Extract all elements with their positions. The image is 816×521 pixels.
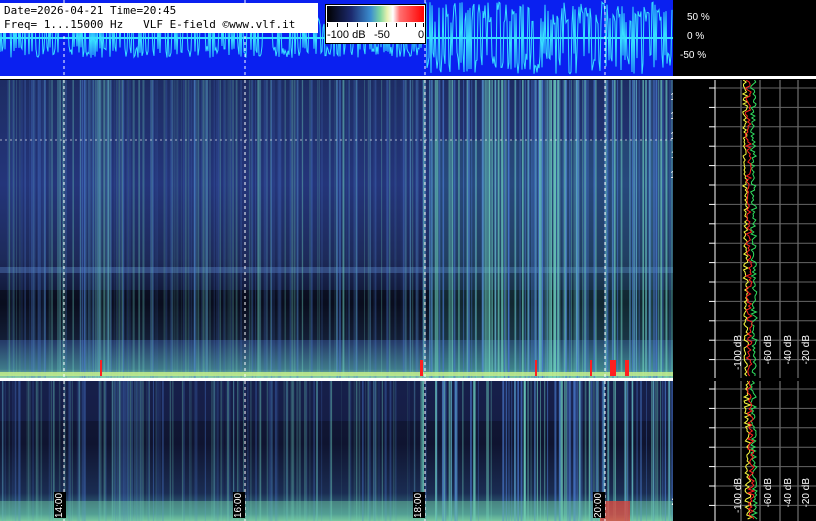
vlf-monitor-display: Date=2026-04-21 Time=20:45 Freq= 1...1500… — [0, 0, 816, 521]
colorbar-label-min: -100 dB — [327, 29, 366, 41]
header-info-box: Date=2026-04-21 Time=20:45 Freq= 1...1500… — [0, 3, 318, 33]
spectrum-db-label-top-3: -40 dB — [783, 335, 794, 365]
waveform-scale-minus50: -50 % — [680, 50, 707, 61]
waveform-scale-0: 0 % — [687, 31, 705, 42]
colorbar-label-mid: -50 — [374, 29, 390, 41]
spectrum-db-label-bot-2: -60 dB — [763, 478, 774, 508]
spectrum-db-label-bot-1: -100 dB — [733, 478, 744, 514]
time-label-1800: 18:00 — [413, 492, 425, 518]
waveform-panel: Date=2026-04-21 Time=20:45 Freq= 1...1500… — [0, 0, 673, 76]
time-label-1400: 14:00 — [54, 492, 66, 518]
colorbar-label-max: 0 — [418, 29, 425, 41]
spectrum-db-label-bot-4: -20 dB — [801, 478, 812, 508]
spectrum-db-label-top-4: -20 dB — [801, 335, 812, 365]
spectrum-db-label-bot-3: -40 dB — [783, 478, 794, 508]
spectrum-profile-plot — [673, 80, 816, 521]
time-label-1600: 16:00 — [233, 492, 245, 518]
spectrogram-wideband — [0, 80, 673, 378]
colorbar-legend: -100 dB -50 0 — [325, 4, 426, 44]
spectrogram-lowband — [0, 381, 673, 521]
panel-divider-top — [0, 76, 816, 79]
date-time-label: Date=2026-04-21 Time=20:45 — [4, 4, 177, 17]
freq-range-label: Freq= 1...15000 Hz VLF E-field ©www.vlf.… — [4, 18, 296, 31]
spectrum-db-label-top-2: -60 dB — [763, 335, 774, 365]
waveform-scale-50: 50 % — [687, 12, 710, 23]
spectrum-db-label-top-1: -100 dB — [733, 335, 744, 371]
time-label-2000: 20:00 — [593, 492, 605, 518]
colorbar-gradient — [327, 6, 424, 22]
